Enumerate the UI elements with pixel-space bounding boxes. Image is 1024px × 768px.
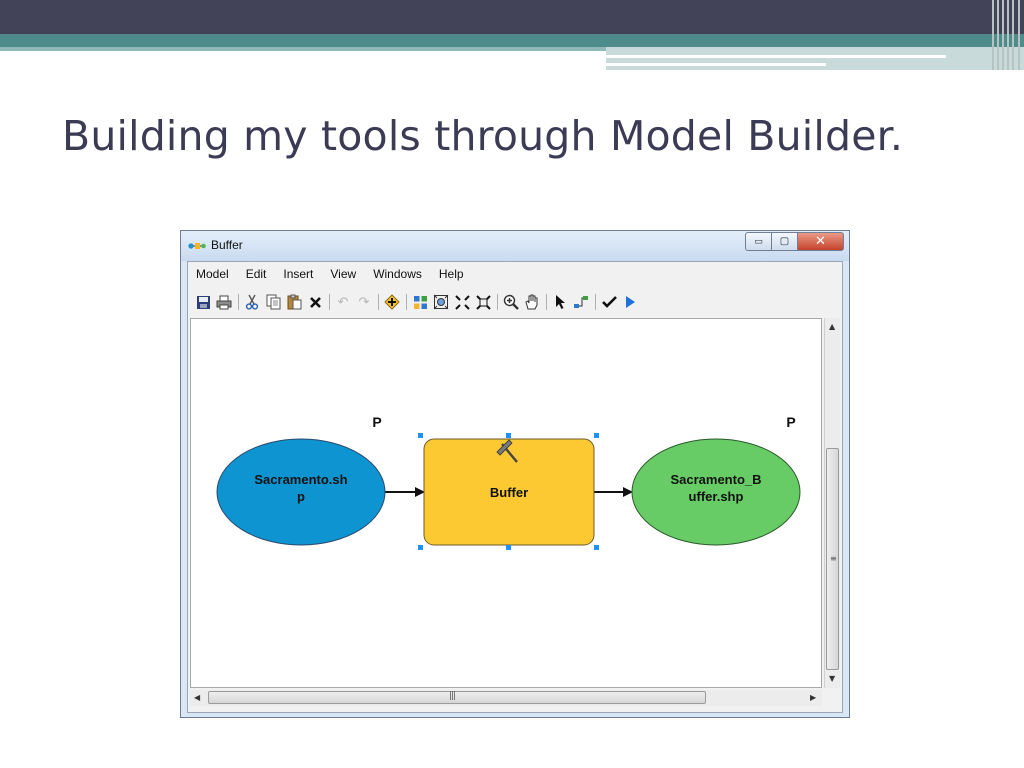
- delete-icon[interactable]: [306, 293, 324, 311]
- close-icon: ✕: [815, 234, 826, 249]
- select-icon[interactable]: [551, 293, 569, 311]
- pan-icon[interactable]: [523, 293, 541, 311]
- maximize-icon: ▢: [779, 236, 790, 247]
- menu-windows[interactable]: Windows: [373, 267, 422, 281]
- toolbar-separator: [595, 294, 596, 310]
- toolbar-separator: [546, 294, 547, 310]
- scroll-right-icon[interactable]: ▶: [810, 693, 816, 702]
- zoom-out-fixed-icon[interactable]: [474, 293, 492, 311]
- paste-icon[interactable]: [285, 293, 303, 311]
- toolbar-separator: [238, 294, 239, 310]
- horizontal-scrollbar[interactable]: ◀ ||| ▶: [190, 690, 822, 706]
- input-data-label: Sacramento.sh: [254, 472, 347, 487]
- header-band-dark: [0, 0, 1024, 34]
- model-diagram: Sacramento.sh p P Buffer Sacramento_B uf…: [216, 414, 801, 550]
- full-extent-icon[interactable]: [432, 293, 450, 311]
- window-client-area: Model Edit Insert View Windows Help ↶ ↷ …: [187, 261, 843, 713]
- zoom-in-fixed-icon[interactable]: [453, 293, 471, 311]
- modelbuilder-window: Buffer ▭ ▢ ✕ Model Edit Insert View Wind…: [180, 230, 850, 718]
- window-titlebar[interactable]: Buffer ▭ ▢ ✕: [181, 231, 849, 261]
- zoom-in-icon[interactable]: [502, 293, 520, 311]
- cut-icon[interactable]: [243, 293, 261, 311]
- connect-icon[interactable]: [572, 293, 590, 311]
- output-data-label: uffer.shp: [689, 489, 744, 504]
- copy-icon[interactable]: [264, 293, 282, 311]
- scroll-up-icon[interactable]: ▲: [829, 322, 835, 331]
- run-icon[interactable]: [621, 293, 639, 311]
- menu-help[interactable]: Help: [439, 267, 464, 281]
- add-data-icon[interactable]: [383, 293, 401, 311]
- model-canvas[interactable]: Sacramento.sh p P Buffer Sacramento_B uf…: [190, 318, 822, 688]
- vertical-scroll-thumb[interactable]: ≡: [826, 448, 839, 670]
- toolbar-separator: [378, 294, 379, 310]
- toolbar-separator: [329, 294, 330, 310]
- output-data-label: Sacramento_B: [670, 472, 761, 487]
- header-line: [606, 55, 946, 58]
- grip-icon: ≡: [830, 554, 837, 563]
- modelbuilder-icon: [188, 243, 206, 249]
- grip-icon: |||: [449, 691, 456, 701]
- slide-title: Building my tools through Model Builder.: [62, 112, 904, 160]
- toolbar-separator: [406, 294, 407, 310]
- minimize-icon: ▭: [754, 236, 763, 247]
- header-band-teal-light: [0, 47, 606, 51]
- undo-icon[interactable]: ↶: [334, 293, 352, 311]
- header-band-teal: [0, 34, 1024, 47]
- input-data-label: p: [297, 489, 305, 504]
- scroll-left-icon[interactable]: ◀: [194, 693, 200, 702]
- window-title: Buffer: [211, 238, 243, 252]
- menu-model[interactable]: Model: [196, 267, 229, 281]
- output-parameter-marker: P: [786, 414, 795, 430]
- close-button[interactable]: ✕: [798, 232, 844, 251]
- redo-icon[interactable]: ↷: [355, 293, 373, 311]
- scroll-down-icon[interactable]: ▼: [829, 674, 835, 683]
- vertical-scrollbar[interactable]: ▲ ≡ ▼: [824, 318, 840, 688]
- toolbar: ↶ ↷: [188, 288, 842, 316]
- menu-view[interactable]: View: [330, 267, 356, 281]
- menu-edit[interactable]: Edit: [246, 267, 267, 281]
- header-line: [606, 63, 826, 66]
- buffer-tool-label: Buffer: [490, 485, 528, 500]
- print-icon[interactable]: [215, 293, 233, 311]
- menu-insert[interactable]: Insert: [283, 267, 313, 281]
- input-parameter-marker: P: [372, 414, 381, 430]
- menu-bar: Model Edit Insert View Windows Help: [188, 262, 842, 286]
- header-band-light: [606, 47, 1024, 70]
- header-vertical-bars: [990, 0, 1024, 70]
- horizontal-scroll-thumb[interactable]: |||: [208, 691, 706, 704]
- window-controls: ▭ ▢ ✕: [745, 232, 844, 252]
- validate-icon[interactable]: [600, 293, 618, 311]
- toolbar-separator: [497, 294, 498, 310]
- maximize-button[interactable]: ▢: [772, 232, 798, 251]
- minimize-button[interactable]: ▭: [745, 232, 772, 251]
- auto-layout-icon[interactable]: [411, 293, 429, 311]
- save-icon[interactable]: [194, 293, 212, 311]
